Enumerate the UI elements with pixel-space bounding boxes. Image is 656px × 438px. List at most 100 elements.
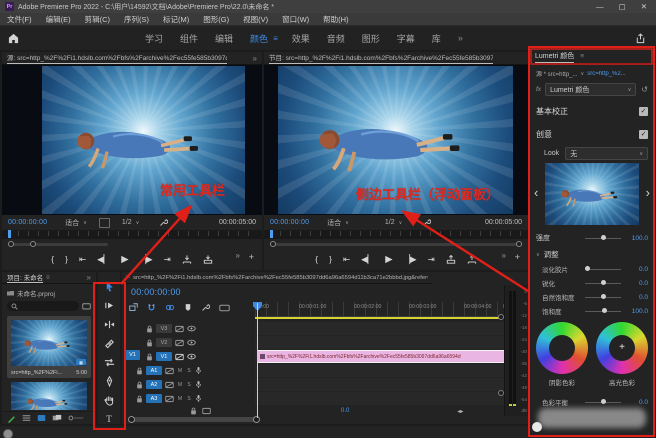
transport-overflow-icon[interactable]: » bbox=[236, 251, 240, 260]
extract-icon[interactable] bbox=[467, 255, 477, 264]
close-tab-icon[interactable]: × bbox=[126, 274, 130, 281]
track-label-a2[interactable]: A2 bbox=[146, 380, 162, 389]
voiceover-mic-icon[interactable] bbox=[195, 366, 202, 375]
button-editor-plus-icon[interactable]: + bbox=[249, 252, 254, 262]
mark-in-button[interactable]: { bbox=[51, 254, 54, 264]
step-back-button[interactable]: ◀▏ bbox=[97, 254, 110, 265]
nest-toggle-icon[interactable] bbox=[129, 303, 138, 312]
button-editor-plus-icon[interactable]: + bbox=[515, 252, 520, 262]
menu-sequence[interactable]: 序列(S) bbox=[117, 14, 156, 25]
track-a3-lane[interactable] bbox=[255, 392, 505, 405]
timeline-timecode[interactable]: 00:00:00:00 bbox=[131, 287, 181, 297]
lock-icon[interactable] bbox=[146, 353, 153, 361]
menu-file[interactable]: 文件(F) bbox=[0, 14, 39, 25]
creative-checkbox[interactable]: ✓ bbox=[639, 130, 648, 139]
mute-button[interactable]: M bbox=[177, 368, 183, 374]
freeform-view-icon[interactable] bbox=[52, 414, 62, 422]
clip-name[interactable]: src=http_%2F%2Fi... bbox=[11, 370, 62, 376]
sequence-tab[interactable]: src=http_%2F%2Fi1.hdslb.com%2Fbfs%2Farch… bbox=[133, 275, 428, 281]
lock-icon[interactable] bbox=[146, 339, 153, 347]
zoom-handle-right[interactable] bbox=[516, 241, 522, 247]
workspace-tab-libraries[interactable]: 库 bbox=[432, 32, 441, 45]
lumetri-clip-link[interactable]: src=http_%2... bbox=[587, 71, 626, 77]
menu-graphics[interactable]: 图形(G) bbox=[196, 14, 236, 25]
go-to-out-button[interactable]: ⇥ bbox=[164, 254, 171, 265]
search-bin-icon[interactable] bbox=[82, 302, 91, 310]
lock-icon[interactable] bbox=[136, 367, 143, 375]
wrench-settings-icon[interactable] bbox=[159, 218, 168, 227]
tint-balance-slider[interactable] bbox=[585, 402, 621, 403]
master-gain-value[interactable]: 0.0 bbox=[341, 408, 349, 414]
vibrance-slider[interactable] bbox=[585, 297, 621, 298]
solo-button[interactable]: S bbox=[186, 396, 192, 402]
lumetri-tab[interactable]: Lumetri 颜色 bbox=[535, 51, 574, 63]
go-to-in-button[interactable]: ⇤ bbox=[343, 254, 350, 265]
look-next-arrow[interactable]: › bbox=[646, 185, 650, 200]
solo-button[interactable]: S bbox=[186, 382, 192, 388]
source-panel-overflow-icon[interactable]: » bbox=[253, 54, 257, 63]
master-meter-icon[interactable] bbox=[202, 407, 211, 415]
lock-icon[interactable] bbox=[190, 407, 197, 415]
sharpen-slider[interactable] bbox=[585, 283, 621, 284]
look-preview-image[interactable] bbox=[545, 163, 639, 225]
mark-out-button[interactable]: } bbox=[65, 254, 68, 264]
zoom-handle-right[interactable] bbox=[30, 241, 36, 247]
slider-knob[interactable] bbox=[601, 294, 606, 299]
faded-film-value[interactable]: 0.0 bbox=[624, 266, 648, 273]
keyframe-nav-icon[interactable]: ◂▸ bbox=[457, 408, 463, 415]
menu-markers[interactable]: 标记(M) bbox=[156, 14, 196, 25]
timeline-h-scrollbar[interactable] bbox=[130, 417, 258, 422]
slip-tool[interactable] bbox=[104, 357, 115, 368]
slider-knob[interactable] bbox=[602, 308, 607, 313]
tint-balance-value[interactable]: 0.0 bbox=[624, 399, 648, 406]
track-a1-lane[interactable] bbox=[255, 364, 505, 377]
timeline-ruler[interactable]: 00:00 00:00:01:00 00:00:02:00 00:00:03:0… bbox=[255, 302, 505, 317]
track-v3-lane[interactable] bbox=[255, 322, 505, 335]
overwrite-icon[interactable] bbox=[203, 255, 213, 264]
track-label-v1[interactable]: V1 bbox=[156, 352, 172, 361]
program-fit-dropdown[interactable]: 适合 bbox=[327, 218, 341, 228]
slider-knob[interactable] bbox=[585, 266, 590, 271]
track-v2-lane[interactable] bbox=[255, 336, 505, 349]
program-playhead[interactable] bbox=[270, 230, 273, 238]
zoom-handle-left[interactable] bbox=[270, 241, 276, 247]
source-fit-dropdown[interactable]: 适合 bbox=[65, 218, 79, 228]
maximize-button[interactable]: ▢ bbox=[619, 2, 626, 11]
program-zoom-bar[interactable] bbox=[270, 241, 522, 247]
ripple-edit-tool[interactable] bbox=[104, 319, 115, 330]
snap-magnet-icon[interactable] bbox=[147, 303, 156, 312]
highlight-tint-wheel[interactable]: + bbox=[596, 322, 648, 374]
step-back-button[interactable]: ◀▏ bbox=[361, 254, 374, 265]
track-label-v2[interactable]: V2 bbox=[156, 338, 172, 347]
project-panel-overflow-icon[interactable]: » bbox=[87, 273, 91, 282]
slider-knob[interactable] bbox=[601, 280, 606, 285]
workspace-tab-effects[interactable]: 效果 bbox=[292, 32, 310, 45]
menu-edit[interactable]: 编辑(E) bbox=[39, 14, 78, 25]
minimize-button[interactable]: — bbox=[596, 2, 604, 11]
look-prev-arrow[interactable]: ‹ bbox=[534, 185, 538, 200]
search-input[interactable] bbox=[7, 301, 79, 311]
solo-button[interactable]: S bbox=[186, 368, 192, 374]
chevron-down-icon[interactable]: ∨ bbox=[581, 71, 585, 77]
voiceover-mic-icon[interactable] bbox=[195, 394, 202, 403]
insert-icon[interactable] bbox=[182, 255, 192, 264]
source-settings-toggle-icon[interactable] bbox=[99, 218, 110, 228]
timeline-clip[interactable]: src=http_%2F%2Fi1.hdslb.com%2Fbfs%2Farch… bbox=[257, 350, 505, 363]
mark-in-button[interactable]: { bbox=[315, 254, 318, 264]
track-label-v3[interactable]: V3 bbox=[156, 324, 172, 333]
sync-lock-icon[interactable] bbox=[165, 367, 174, 375]
track-label-a1[interactable]: A1 bbox=[146, 366, 162, 375]
saturation-value[interactable]: 100.0 bbox=[624, 308, 648, 315]
hand-tool[interactable] bbox=[104, 395, 115, 406]
selection-tool[interactable] bbox=[104, 281, 115, 292]
lock-icon[interactable] bbox=[146, 325, 153, 333]
scroll-handle-left[interactable] bbox=[128, 416, 135, 423]
panel-menu-icon[interactable]: ≡ bbox=[580, 53, 584, 60]
pen-tool[interactable] bbox=[104, 376, 115, 387]
menu-view[interactable]: 视图(V) bbox=[236, 14, 275, 25]
workspace-tab-audio[interactable]: 音频 bbox=[327, 32, 345, 45]
track-v1-lane[interactable]: src=http_%2F%2Fi1.hdslb.com%2Fbfs%2Farch… bbox=[255, 350, 505, 363]
mute-button[interactable]: M bbox=[177, 396, 183, 402]
wrench-settings-icon[interactable] bbox=[422, 218, 431, 227]
lumetri-effect-dropdown[interactable]: Lumetri 颜色 ∨ bbox=[545, 83, 636, 96]
